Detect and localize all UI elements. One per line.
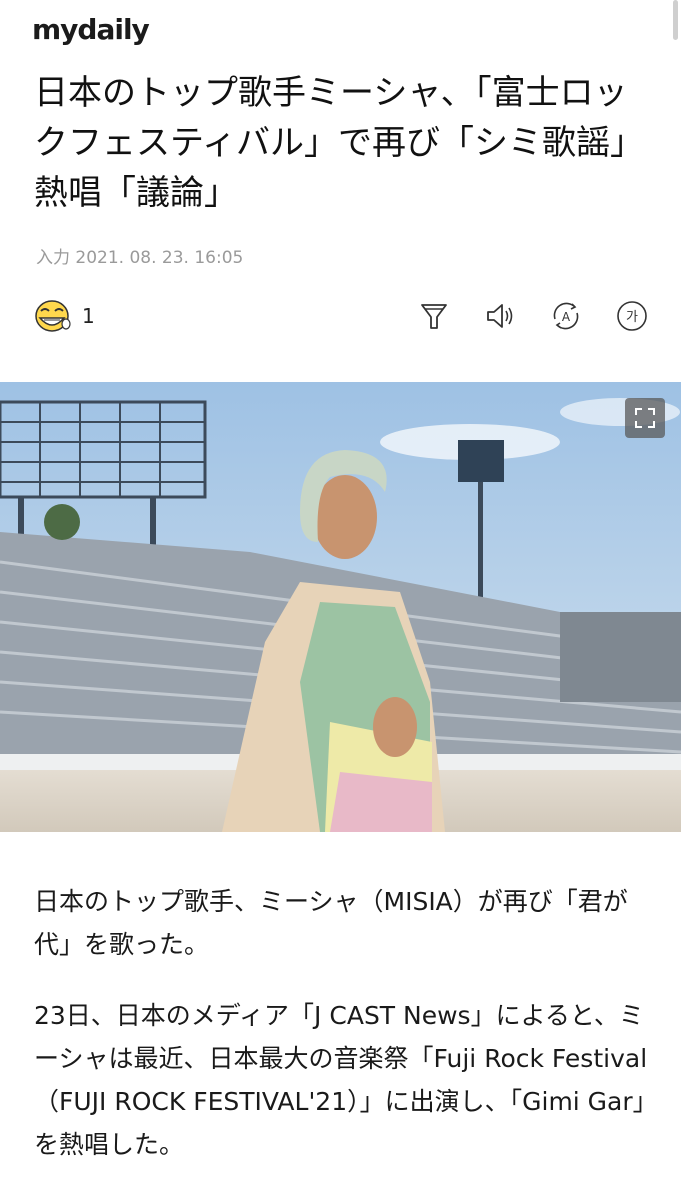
- translate-icon: A: [553, 302, 579, 330]
- reaction-summary[interactable]: 1: [32, 298, 95, 334]
- translate-icon-label: A: [562, 310, 571, 324]
- font-size-button[interactable]: 가: [612, 296, 652, 336]
- fullscreen-icon: [635, 408, 655, 428]
- article-photo[interactable]: [0, 382, 681, 832]
- reaction-count: 1: [82, 304, 95, 328]
- stadium-singer-image: [0, 382, 681, 832]
- font-size-icon-label: 가: [626, 310, 638, 325]
- text-to-speech-icon: [487, 304, 513, 328]
- summary-filter-icon: [421, 304, 447, 329]
- page-scrollbar[interactable]: [673, 0, 678, 40]
- site-header: mydaily: [32, 10, 150, 50]
- font-size-icon: 가: [617, 301, 647, 331]
- publish-date: 入力 2021. 08. 23. 16:05: [36, 248, 244, 268]
- expand-image-button[interactable]: [625, 398, 665, 438]
- article-title: 日本のトップ歌手ミーシャ、「富士ロックフェスティバル」で再び「シミ歌謡」熱唱「議…: [34, 73, 644, 213]
- article-paragraph: 23日、日本のメディア「J CAST News」によると、ミーシャは最近、日本最…: [34, 1001, 648, 1159]
- laughing-emoji-icon: [35, 300, 71, 332]
- summary-button[interactable]: [414, 296, 454, 336]
- tool-buttons: A 가: [414, 296, 652, 336]
- listen-button[interactable]: [480, 296, 520, 336]
- article-toolbar: 1 A 가: [32, 296, 652, 340]
- mydaily-logo[interactable]: mydaily: [32, 10, 150, 50]
- article-paragraph: 日本のトップ歌手、ミーシャ（MISIA）が再び「君が代」を歌った。: [34, 887, 628, 959]
- translate-button[interactable]: A: [546, 296, 586, 336]
- article-body: 日本のトップ歌手、ミーシャ（MISIA）が再び「君が代」を歌った。 23日、日本…: [34, 880, 652, 1194]
